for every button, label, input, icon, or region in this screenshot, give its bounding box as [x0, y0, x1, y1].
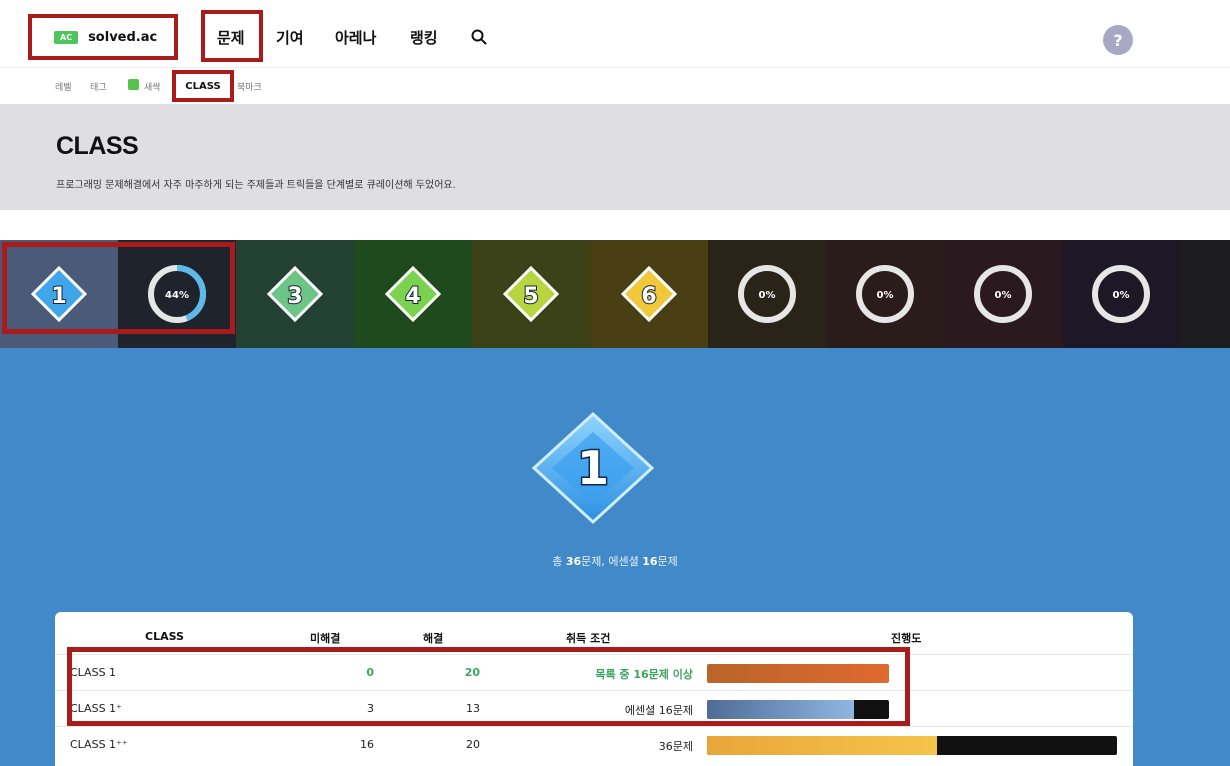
- class-tab-9[interactable]: 0%: [944, 240, 1062, 348]
- progress-bar: [707, 664, 889, 683]
- class-tab-7[interactable]: 0%: [708, 240, 826, 348]
- th-unsolved: 미해결: [310, 632, 341, 645]
- summary-prefix: 총: [552, 555, 566, 568]
- class-badge-label: 5: [523, 284, 538, 309]
- progress-bar: [707, 736, 1117, 755]
- subnav-item-bookmark[interactable]: 북마크: [237, 80, 262, 93]
- solved-count-cell: 20: [466, 738, 480, 751]
- sub-navigation: 레벨 태그 새싹 CLASS 북마크: [0, 68, 1230, 104]
- class-table: CLASS 미해결 해결 취득 조건 진행도 CLASS 1 0 20 목록 중 16…: [55, 612, 1133, 766]
- class-badge-label: 1: [51, 284, 66, 309]
- progress-ring-icon: 0%: [738, 265, 796, 323]
- nav-item-arena[interactable]: 아레나: [335, 27, 376, 48]
- condition-cell: 목록 중 16문제 이상: [595, 668, 693, 681]
- class-tab-5[interactable]: 5: [472, 240, 590, 348]
- progress-ring-icon: 44%: [148, 265, 206, 323]
- unsolved-count-cell: 3: [367, 702, 374, 715]
- class-tab-2[interactable]: 44%: [118, 240, 236, 348]
- summary-total: 36: [565, 555, 582, 568]
- unsolved-count-cell: 16: [360, 738, 374, 751]
- class-detail-panel: 1 총 36문제, 에센셜 16문제 CLASS 미해결 해결 취득 조건 진행…: [0, 348, 1230, 766]
- big-badge-label: 1: [577, 441, 609, 495]
- page-header: CLASS 프로그래밍 문제해결에서 자주 마주하게 되는 주제들과 트릭들을 …: [0, 104, 1230, 210]
- summary-mid: 문제, 에센셜: [581, 555, 643, 568]
- class-badge-icon: 6: [620, 265, 678, 323]
- summary-essential: 16: [642, 555, 658, 568]
- th-progress: 진행도: [891, 632, 922, 645]
- unsolved-count-cell: 0: [366, 666, 374, 679]
- logo[interactable]: AC solved.ac: [28, 14, 178, 60]
- solved-count-cell: 13: [466, 702, 480, 715]
- class-tab-3[interactable]: 3: [236, 240, 354, 348]
- progress-bar-fill: [707, 664, 889, 683]
- th-condition: 취득 조건: [566, 632, 611, 645]
- progress-bar-fill: [707, 736, 937, 755]
- nav-item-contribute[interactable]: 기여: [276, 27, 304, 48]
- solved-count-cell: 20: [464, 666, 480, 679]
- nav-item-ranking[interactable]: 랭킹: [410, 27, 438, 48]
- condition-cell: 에센셜 16문제: [624, 704, 693, 717]
- subnav-item-class[interactable]: CLASS: [172, 70, 234, 102]
- class-selector-strip: 1 44% 3 4 5 6 0% 0% 0% 0%: [0, 240, 1230, 348]
- class-badge-label: 4: [405, 284, 420, 309]
- progress-ring-icon: 0%: [1092, 265, 1150, 323]
- progress-ring-label: 0%: [759, 290, 776, 301]
- class-badge-icon: 1: [30, 265, 88, 323]
- subnav-item-tag[interactable]: 태그: [90, 80, 107, 93]
- page-description: 프로그래밍 문제해결에서 자주 마주하게 되는 주제들과 트릭들을 단계별로 큐…: [56, 180, 456, 191]
- class-1-badge-icon: 1: [531, 411, 655, 525]
- class-tab-8[interactable]: 0%: [826, 240, 944, 348]
- class-badge-icon: 5: [502, 265, 560, 323]
- progress-ring-icon: 0%: [974, 265, 1032, 323]
- class-tab-6[interactable]: 6: [590, 240, 708, 348]
- search-icon[interactable]: [470, 28, 488, 46]
- table-row[interactable]: CLASS 1 0 20 목록 중 16문제 이상: [55, 654, 1133, 690]
- condition-cell: 36문제: [658, 740, 693, 753]
- table-row[interactable]: CLASS 1⁺ 3 13 에센셜 16문제: [55, 690, 1133, 726]
- subnav-item-level[interactable]: 레벨: [55, 80, 72, 93]
- class-tab-4[interactable]: 4: [354, 240, 472, 348]
- class-name-cell: CLASS 1⁺: [70, 702, 122, 715]
- progress-ring-icon: 0%: [856, 265, 914, 323]
- sprout-icon: [128, 79, 139, 90]
- class-badge-icon: 4: [384, 265, 442, 323]
- class-tab-10[interactable]: 0%: [1062, 240, 1180, 348]
- class-name-cell: CLASS 1⁺⁺: [70, 738, 128, 751]
- table-row[interactable]: CLASS 1⁺⁺ 16 20 36문제: [55, 726, 1133, 762]
- summary-suffix: 문제: [657, 555, 678, 568]
- class-tab-1[interactable]: 1: [0, 240, 118, 348]
- th-class: CLASS: [145, 630, 184, 643]
- logo-text: solved.ac: [88, 29, 158, 45]
- page-title: CLASS: [56, 132, 139, 160]
- class-badge-label: 6: [641, 284, 656, 309]
- class-badge-label: 3: [287, 284, 302, 309]
- progress-bar: [707, 700, 889, 719]
- nav-item-problems[interactable]: 문제: [217, 27, 245, 48]
- class-badge-icon: 3: [266, 265, 324, 323]
- progress-ring-label: 0%: [877, 290, 894, 301]
- progress-bar-fill: [707, 700, 855, 719]
- subnav-class-label: CLASS: [185, 80, 221, 92]
- progress-ring-label: 0%: [995, 290, 1012, 301]
- th-solved: 해결: [423, 632, 444, 645]
- progress-ring-label: 44%: [165, 290, 189, 301]
- progress-ring-label: 0%: [1113, 290, 1130, 301]
- class-summary: 총 36문제, 에센셜 16문제: [0, 553, 1230, 569]
- help-icon[interactable]: ?: [1103, 25, 1133, 55]
- subnav-item-sprout[interactable]: 새싹: [144, 80, 161, 93]
- logo-badge: AC: [54, 30, 79, 44]
- top-navigation: AC solved.ac 문제 기여 아레나 랭킹 ?: [0, 0, 1230, 68]
- class-name-cell: CLASS 1: [70, 666, 117, 679]
